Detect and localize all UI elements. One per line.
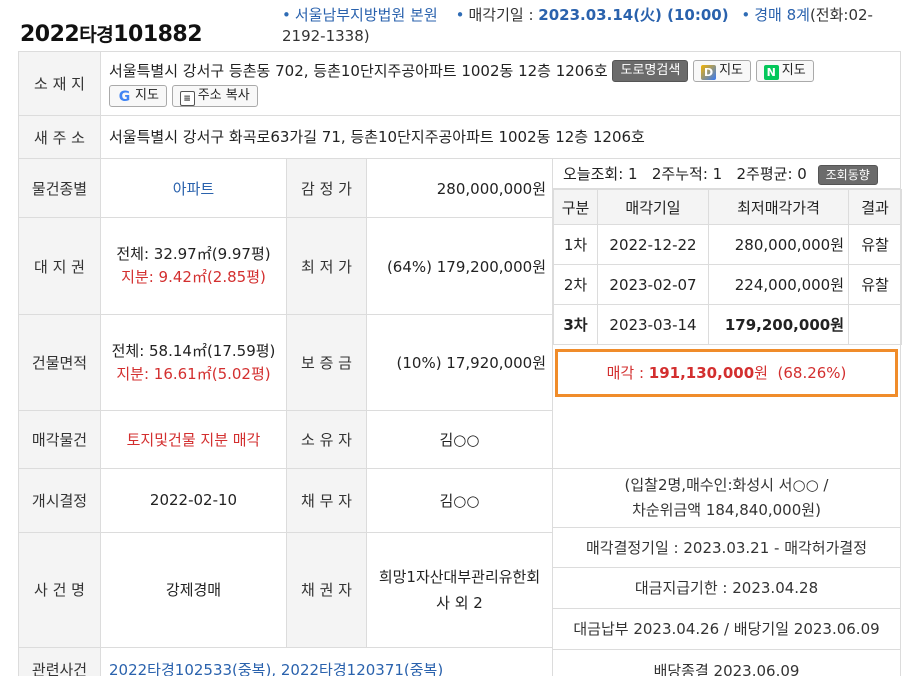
building-total: 전체: 58.14㎡(17.59평) bbox=[111, 341, 276, 360]
sale-amount: 191,130,000 bbox=[648, 364, 755, 382]
bid-info: (입찰2명,매수인:화성시 서○○ / 차순위금액 184,840,000원) bbox=[624, 476, 829, 519]
naver-icon: N bbox=[763, 65, 779, 80]
location-label: 소 재 지 bbox=[18, 51, 101, 116]
copy-address-button[interactable]: ≡ 주소 복사 bbox=[171, 85, 258, 107]
new-address-label: 새 주 소 bbox=[18, 115, 101, 159]
google-map-button[interactable]: G 지도 bbox=[109, 85, 167, 107]
land-total: 전체: 32.97㎡(9.97평) bbox=[116, 245, 271, 263]
property-type-label: 물건종별 bbox=[18, 158, 101, 218]
google-icon: G bbox=[118, 89, 131, 105]
creditor-label: 채 권 자 bbox=[286, 531, 367, 649]
start-decision-date: 2022-02-10 bbox=[100, 468, 287, 533]
owner-label: 소 유 자 bbox=[286, 410, 367, 469]
views-two-week: 1 bbox=[712, 165, 723, 183]
history-header-row: 구분 매각기일 최저매각가격 결과 bbox=[553, 189, 902, 225]
view-trend-button[interactable]: 조회동향 bbox=[817, 164, 878, 185]
history-row: 3차 2023-03-14 179,200,000원 bbox=[553, 304, 902, 345]
location-cell: 서울특별시 강서구 등촌동 702, 등촌10단지주공아파트 1002동 12층… bbox=[99, 51, 902, 116]
land-right-value: 전체: 32.97㎡(9.97평) 지분: 9.42㎡(2.85평) bbox=[100, 217, 287, 315]
payment-deadline: 대금지급기한 : 2023.04.28 bbox=[553, 567, 901, 608]
history-row: 2차 2023-02-07 224,000,000원 유찰 bbox=[553, 264, 902, 305]
department[interactable]: 경매 8계 bbox=[754, 6, 810, 24]
court-name[interactable]: 서울남부지방법원 본원 bbox=[295, 6, 438, 24]
views-today: 1 bbox=[628, 165, 638, 183]
payment-info: 대금납부 2023.04.26 / 배당기일 2023.06.09 bbox=[553, 608, 901, 649]
case-number: 2022타경101882 bbox=[20, 22, 203, 47]
creditor-value: 희망1자산대부관리유한회사 외 2 bbox=[366, 531, 553, 649]
location-address: 서울특별시 강서구 등촌동 702, 등촌10단지주공아파트 1002동 12층… bbox=[109, 61, 608, 80]
building-area-value: 전체: 58.14㎡(17.59평) 지분: 16.61㎡(5.02평) bbox=[100, 314, 287, 411]
debtor-label: 채 무 자 bbox=[286, 468, 367, 533]
bullet-icon: • bbox=[282, 6, 291, 24]
related-case-label: 관련사건 bbox=[18, 647, 101, 676]
daum-map-button[interactable]: D 지도 bbox=[693, 60, 751, 82]
land-right-label: 대 지 권 bbox=[18, 217, 101, 315]
deposit-value: (10%) 17,920,000원 bbox=[366, 314, 553, 411]
appraisal-value: 280,000,000원 bbox=[366, 158, 553, 218]
deposit-label: 보 증 금 bbox=[286, 314, 367, 411]
history-col-date: 매각기일 bbox=[597, 189, 709, 225]
sale-decision: 매각결정기일 : 2023.03.21 - 매각허가결정 bbox=[553, 527, 901, 567]
auction-history-panel: 오늘조회: 1 2주누적: 1 2주평균: 0 조회동향 구분 매각기일 최저매… bbox=[551, 158, 902, 469]
sale-item-label: 매각물건 bbox=[18, 410, 101, 469]
new-address: 서울특별시 강서구 화곡로63가길 71, 등촌10단지주공아파트 1002동 … bbox=[99, 115, 902, 159]
building-share: 지분: 16.61㎡(5.02평) bbox=[116, 364, 271, 383]
owner-value: 김○○ bbox=[366, 410, 553, 469]
case-name-label: 사 건 명 bbox=[18, 531, 101, 649]
road-search-button[interactable]: 도로명검색 bbox=[612, 60, 689, 82]
appraisal-label: 감 정 가 bbox=[286, 158, 367, 218]
sale-item-value: 토지및건물 지분 매각 bbox=[100, 410, 287, 469]
bullet-icon: • bbox=[455, 6, 465, 24]
history-col-result: 결과 bbox=[848, 189, 902, 225]
min-price-value: (64%) 179,200,000원 bbox=[366, 217, 553, 315]
debtor-value: 김○○ bbox=[366, 468, 553, 533]
case-detail-table: 소 재 지 서울특별시 강서구 등촌동 702, 등촌10단지주공아파트 100… bbox=[18, 51, 902, 676]
start-decision-label: 개시결정 bbox=[18, 468, 101, 533]
view-stats: 오늘조회: 1 2주누적: 1 2주평균: 0 조회동향 bbox=[553, 159, 901, 189]
sale-result-box: 매각 : 191,130,000원 (68.26%) bbox=[555, 349, 899, 397]
sale-date: 2023.03.14(火) (10:00) bbox=[538, 6, 729, 24]
naver-map-button[interactable]: N 지도 bbox=[755, 60, 814, 82]
history-col-price: 최저매각가격 bbox=[708, 189, 849, 225]
bullet-icon: • bbox=[741, 6, 751, 24]
case-name-value: 강제경매 bbox=[100, 531, 287, 649]
sale-result-details: (입찰2명,매수인:화성시 서○○ / 차순위금액 184,840,000원) … bbox=[551, 468, 902, 676]
sale-date-label: 매각기일 : bbox=[468, 6, 539, 24]
header-info: • 서울남부지방법원 본원 • 매각기일 : 2023.03.14(火) (10:00… bbox=[282, 5, 902, 47]
history-col-round: 구분 bbox=[553, 189, 598, 225]
min-price-label: 최 저 가 bbox=[286, 217, 367, 315]
daum-icon: D bbox=[701, 65, 717, 80]
sale-ratio: (68.26%) bbox=[777, 364, 847, 382]
auction-history-table: 구분 매각기일 최저매각가격 결과 1차 2022-12-22 280,000,… bbox=[553, 189, 902, 345]
views-average: 0 bbox=[797, 165, 807, 183]
history-row: 1차 2022-12-22 280,000,000원 유찰 bbox=[553, 224, 902, 265]
document-icon: ≡ bbox=[179, 91, 195, 106]
building-area-label: 건물면적 bbox=[18, 314, 101, 411]
land-share: 지분: 9.42㎡(2.85평) bbox=[121, 268, 266, 286]
property-type: 아파트 bbox=[100, 158, 287, 218]
